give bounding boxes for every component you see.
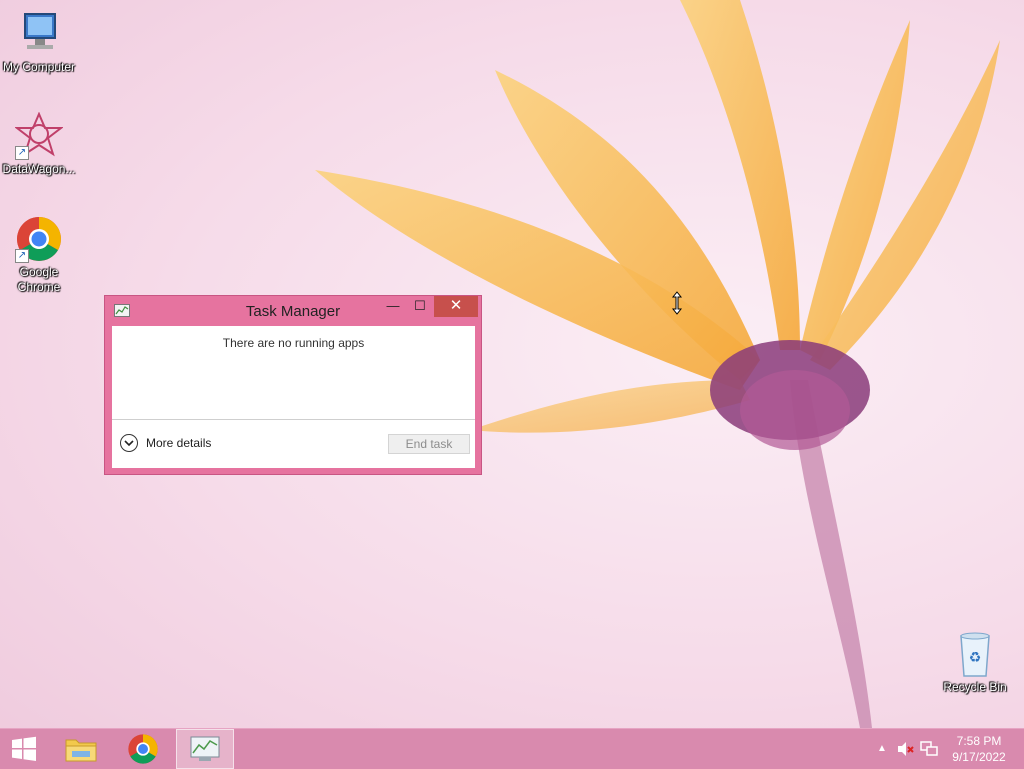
start-button[interactable] bbox=[0, 729, 48, 769]
taskbar: ▲ 7:58 PM 9/17/2022 bbox=[0, 728, 1024, 769]
network-icon[interactable] bbox=[920, 741, 938, 762]
svg-text:♻: ♻ bbox=[969, 650, 982, 666]
taskbar-google-chrome[interactable] bbox=[114, 729, 172, 769]
more-details-button[interactable]: More details bbox=[120, 433, 211, 453]
datawagon-icon: ↗ bbox=[14, 111, 64, 160]
folder-icon bbox=[65, 739, 97, 762]
resize-cursor-icon bbox=[671, 291, 683, 315]
minimize-icon: — bbox=[386, 298, 400, 313]
volume-muted-icon[interactable] bbox=[897, 741, 915, 762]
chrome-icon: ↗ bbox=[15, 215, 63, 263]
shortcut-arrow-icon: ↗ bbox=[15, 146, 29, 160]
taskbar-task-manager[interactable] bbox=[176, 729, 234, 769]
close-icon: ✕ bbox=[449, 297, 463, 314]
desktop-icon-datawagon[interactable]: ↗ DataWagon... bbox=[0, 111, 78, 177]
show-hidden-icons-button[interactable]: ▲ bbox=[877, 743, 887, 754]
desktop-icon-label: My Computer bbox=[2, 60, 76, 74]
more-details-label: More details bbox=[146, 436, 212, 450]
chrome-icon bbox=[128, 734, 158, 764]
task-manager-content: There are no running apps More details E… bbox=[112, 326, 475, 468]
clock-time: 7:58 PM bbox=[956, 734, 1002, 748]
divider bbox=[112, 419, 475, 420]
minimize-button[interactable]: — bbox=[379, 296, 407, 317]
taskbar-clock[interactable]: 7:58 PM 9/17/2022 bbox=[944, 733, 1014, 765]
close-button[interactable]: ✕ bbox=[434, 296, 478, 317]
desktop-icon-label: Google Chrome bbox=[17, 265, 61, 294]
desktop-icon-my-computer[interactable]: My Computer bbox=[0, 10, 78, 75]
task-manager-icon bbox=[190, 736, 220, 761]
chevron-down-icon bbox=[120, 434, 138, 452]
desktop-icon-recycle-bin[interactable]: ♻ Recycle Bin bbox=[936, 630, 1014, 695]
desktop-icon-label: DataWagon... bbox=[2, 162, 76, 176]
title-bar[interactable]: Task Manager — ☐ ✕ bbox=[105, 296, 481, 326]
shortcut-arrow-icon: ↗ bbox=[15, 249, 29, 263]
maximize-button[interactable]: ☐ bbox=[407, 296, 433, 317]
windows-logo-icon bbox=[12, 736, 36, 761]
taskbar-file-explorer[interactable] bbox=[52, 729, 110, 769]
clock-date: 9/17/2022 bbox=[952, 750, 1006, 764]
desktop-icon-google-chrome[interactable]: ↗ Google Chrome bbox=[0, 215, 78, 295]
computer-icon bbox=[15, 10, 63, 58]
empty-apps-message: There are no running apps bbox=[222, 336, 365, 350]
recycle-bin-icon: ♻ bbox=[951, 630, 999, 678]
task-manager-window[interactable]: Task Manager — ☐ ✕ There are no running … bbox=[104, 295, 482, 475]
desktop-icon-label: Recycle Bin bbox=[943, 680, 1007, 694]
maximize-icon: ☐ bbox=[414, 298, 426, 313]
end-task-button[interactable]: End task bbox=[388, 434, 470, 454]
